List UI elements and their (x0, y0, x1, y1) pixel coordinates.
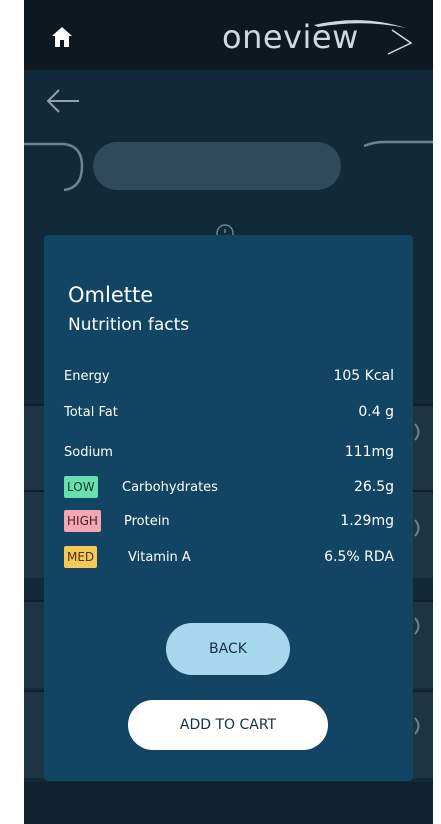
chevron-right-icon (414, 519, 420, 537)
nutrition-row-sodium: Sodium 111mg (64, 441, 394, 465)
nutrient-label: Carbohydrates (122, 480, 218, 495)
chevron-right-icon (414, 423, 420, 441)
top-bar: oneview (24, 0, 433, 70)
nutrient-label: Vitamin A (128, 550, 191, 565)
logo: oneview (222, 14, 412, 60)
nutrition-row-total-fat: Total Fat 0.4 g (64, 401, 394, 425)
nutrient-value: 111mg (344, 444, 394, 460)
chevron-right-icon (414, 717, 420, 735)
bottom-bar (24, 782, 433, 824)
nutrient-value: 105 Kcal (333, 368, 394, 384)
arrow-left-icon[interactable] (46, 88, 80, 114)
nutrient-label: Protein (124, 514, 170, 529)
background-arc (24, 142, 84, 192)
nutrient-value: 26.5g (353, 479, 394, 495)
nutrient-label: Energy (64, 369, 110, 384)
level-badge-low: LOW (64, 476, 98, 498)
add-to-cart-button[interactable]: ADD TO CART (128, 700, 328, 750)
logo-swoosh (314, 20, 412, 55)
modal-title: Omlette (68, 283, 154, 307)
chevron-right-icon (414, 617, 420, 635)
level-badge-high: HIGH (64, 510, 101, 532)
nutrient-value: 6.5% RDA (324, 549, 394, 565)
nutrition-row-protein: HIGH Protein 1.29mg (64, 510, 394, 534)
background-line (364, 140, 433, 148)
nutrient-value: 0.4 g (358, 404, 394, 420)
background-pill (93, 142, 341, 190)
nutrient-label: Sodium (64, 445, 113, 460)
nutrition-modal: Omlette Nutrition facts Energy 105 Kcal … (44, 235, 413, 781)
modal-subtitle: Nutrition facts (68, 315, 190, 335)
nutrition-row-carbohydrates: LOW Carbohydrates 26.5g (64, 476, 394, 500)
nutrition-row-energy: Energy 105 Kcal (64, 365, 394, 389)
level-badge-med: MED (64, 546, 98, 568)
home-icon[interactable] (51, 26, 73, 48)
nutrient-label: Total Fat (64, 405, 118, 420)
app-screen: oneview Omlette Nutrition facts Energy 1… (24, 0, 433, 824)
back-button[interactable]: BACK (166, 623, 290, 675)
nutrition-row-vitamin-a: MED Vitamin A 6.5% RDA (64, 546, 394, 570)
nutrient-value: 1.29mg (340, 513, 394, 529)
